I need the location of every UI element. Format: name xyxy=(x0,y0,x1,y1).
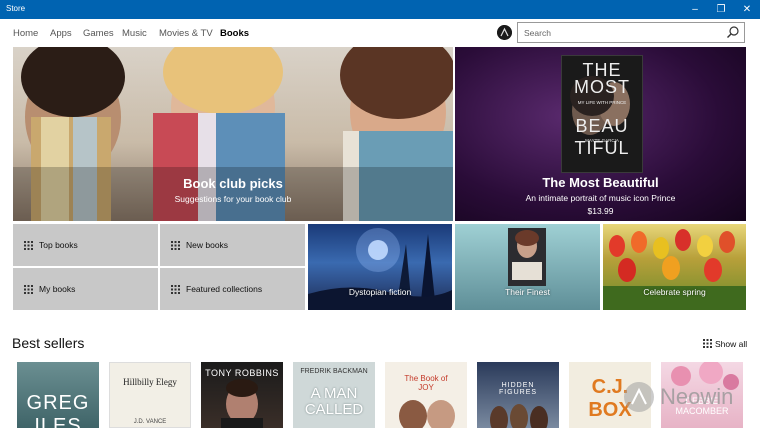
cover-photo xyxy=(399,400,455,428)
cover-photo xyxy=(490,404,548,428)
grid-icon xyxy=(703,339,712,348)
book-tile[interactable]: GREG ILES xyxy=(17,362,99,428)
tab-home[interactable]: Home xyxy=(13,28,38,39)
my-books-link[interactable]: My books xyxy=(13,268,158,310)
book-title: GREG ILES xyxy=(26,392,90,428)
book-title: A MAN CALLED xyxy=(304,385,364,418)
tab-movies-tv[interactable]: Movies & TV xyxy=(159,28,213,39)
hero-subtitle: Suggestions for your book club xyxy=(174,194,292,204)
avatar-icon xyxy=(497,25,512,40)
book-author: J.D. VANCE xyxy=(133,419,167,425)
their-finest-tile[interactable]: Their Finest xyxy=(455,224,600,310)
title-bar: Store – ❐ ✕ xyxy=(0,0,760,19)
search-icon[interactable] xyxy=(726,25,740,39)
book-tile[interactable]: TONY ROBBINS xyxy=(201,362,283,428)
featured-collections-link[interactable]: Featured collections xyxy=(160,268,305,310)
best-sellers-heading: Best sellers xyxy=(12,335,85,351)
account-avatar[interactable] xyxy=(497,25,512,40)
show-all-label: Show all xyxy=(715,339,748,349)
grid-icon xyxy=(171,241,180,250)
tab-games[interactable]: Games xyxy=(83,28,114,39)
dystopian-image xyxy=(308,228,452,310)
top-books-link[interactable]: Top books xyxy=(13,224,158,266)
book-title: TONY ROBBINS xyxy=(205,368,279,378)
book-title: The Book of JOY xyxy=(404,374,448,392)
new-books-link[interactable]: New books xyxy=(160,224,305,266)
minimize-button[interactable]: – xyxy=(682,0,708,19)
window-title: Store xyxy=(6,4,26,13)
show-all-link[interactable]: Show all xyxy=(703,339,747,349)
grid-icon xyxy=(24,285,33,294)
hero-title: The Most Beautiful xyxy=(542,175,659,190)
hero-title: Book club picks xyxy=(183,176,283,191)
book-title: Hillbilly Elegy xyxy=(123,377,177,387)
book-author: FREDRIK BACKMAN xyxy=(300,368,368,375)
their-finest-cover xyxy=(508,228,546,286)
celebrate-spring-label: Celebrate spring xyxy=(643,287,706,297)
their-finest-cover-art xyxy=(512,230,542,280)
book-tile[interactable]: The Book of JOY xyxy=(385,362,467,428)
cover-author: MAYTE GARCIA xyxy=(585,138,619,143)
book-tile[interactable]: Hillbilly Elegy J.D. VANCE xyxy=(109,362,191,428)
tab-apps[interactable]: Apps xyxy=(50,28,72,39)
hero-the-most-beautiful[interactable]: THE MOST MY LIFE WITH PRINCE BEAU TIFUL … xyxy=(455,47,746,221)
book-tile[interactable]: FREDRIK BACKMAN A MAN CALLED xyxy=(293,362,375,428)
neowin-wordmark: Neowin xyxy=(660,384,734,409)
cover-tagline: MY LIFE WITH PRINCE xyxy=(577,100,627,105)
book-tile[interactable]: HIDDEN FIGURES xyxy=(477,362,559,428)
tulips-image xyxy=(603,229,746,310)
top-books-label: Top books xyxy=(39,240,78,250)
book-cover-most-beautiful: THE MOST MY LIFE WITH PRINCE BEAU TIFUL … xyxy=(561,55,643,173)
neowin-logo-icon xyxy=(624,382,654,412)
maximize-button[interactable]: ❐ xyxy=(708,0,734,19)
book-title: HIDDEN FIGURES xyxy=(498,382,538,396)
hero-book-club-picks[interactable]: Book club picks Suggestions for your boo… xyxy=(13,47,453,221)
celebrate-spring-tile[interactable]: Celebrate spring xyxy=(603,224,746,310)
grid-icon xyxy=(171,285,180,294)
hero-subtitle: An intimate portrait of music icon Princ… xyxy=(525,193,676,203)
tab-books[interactable]: Books xyxy=(220,28,249,39)
my-books-label: My books xyxy=(39,284,76,294)
search-box[interactable]: Search xyxy=(517,22,745,43)
close-button[interactable]: ✕ xyxy=(734,0,760,19)
featured-collections-label: Featured collections xyxy=(186,284,263,294)
search-input[interactable]: Search xyxy=(524,28,551,38)
their-finest-label: Their Finest xyxy=(505,287,550,297)
dystopian-fiction-label: Dystopian fiction xyxy=(348,287,412,297)
hero-price: $13.99 xyxy=(587,206,614,216)
cover-word-2: MOST xyxy=(574,77,630,97)
cover-word-3: BEAU xyxy=(575,116,629,136)
dystopian-fiction-tile[interactable]: Dystopian fiction xyxy=(308,224,452,310)
author-photo xyxy=(221,379,263,428)
new-books-label: New books xyxy=(186,240,229,250)
grid-icon xyxy=(24,241,33,250)
tab-music[interactable]: Music xyxy=(122,28,147,39)
